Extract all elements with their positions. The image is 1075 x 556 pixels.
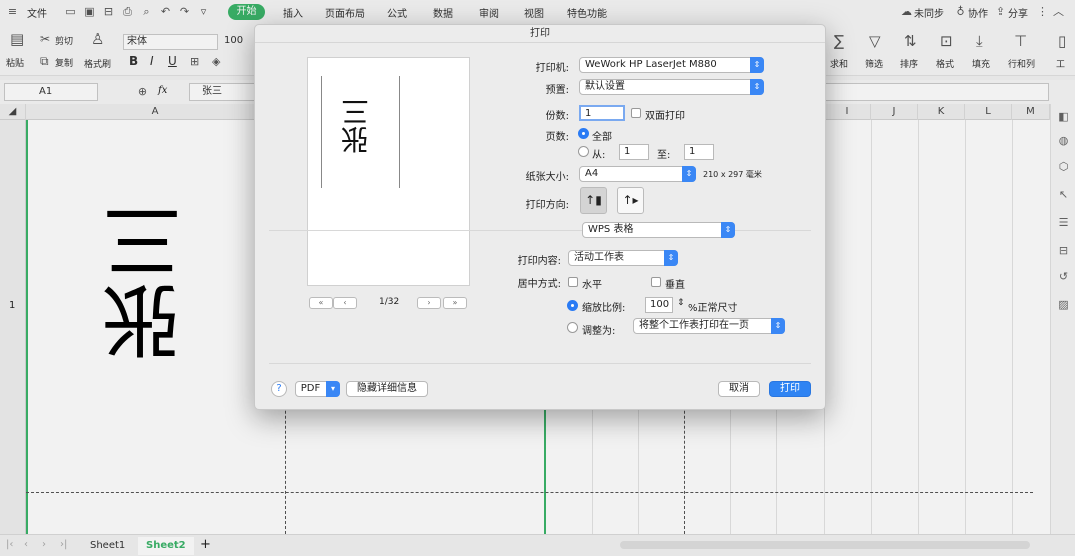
copies-input[interactable]: 1 (579, 105, 625, 121)
scale-input[interactable]: 100 (645, 297, 673, 313)
pages-range-radio[interactable] (578, 146, 589, 157)
select-arrow-icon: ⇕ (750, 79, 764, 95)
select-arrow-icon: ⇕ (721, 222, 735, 238)
scale-stepper[interactable]: ⇕ (677, 298, 685, 308)
center-vertical-checkbox[interactable] (651, 277, 661, 287)
paper-size-label: 纸张大小: (525, 172, 569, 183)
print-dialog: 打印 张三 « ‹ 1/32 › » 打印机: WeWork HP LaserJ… (254, 24, 826, 410)
print-content-select[interactable]: 活动工作表 ⇕ (568, 250, 678, 266)
select-arrow-icon: ⇕ (750, 57, 764, 73)
pages-from-input[interactable]: 1 (619, 144, 649, 160)
preset-select[interactable]: 默认设置 ⇕ (579, 79, 764, 95)
scale-suffix: %正常尺寸 (688, 303, 738, 314)
next-page-button[interactable]: › (417, 297, 441, 309)
help-button[interactable]: ? (271, 381, 287, 397)
pdf-button[interactable]: PDF ▾ (295, 381, 340, 397)
centering-label: 居中方式: (517, 279, 561, 290)
page-indicator: 1/32 (379, 297, 400, 307)
printer-select-value: WeWork HP LaserJet M880 (585, 59, 717, 70)
print-button[interactable]: 打印 (769, 381, 811, 397)
scale-label: 缩放比例: (582, 303, 626, 314)
scale-radio[interactable] (567, 300, 578, 311)
portrait-orientation-icon[interactable]: ↑▮ (580, 187, 607, 214)
fit-radio[interactable] (567, 322, 578, 333)
preview-page-border (399, 76, 400, 188)
printer-label: 打印机: (535, 63, 569, 74)
fit-select[interactable]: 将整个工作表打印在一页 ⇕ (633, 318, 785, 334)
preview-content: 张三 (340, 98, 373, 154)
duplex-label: 双面打印 (645, 111, 685, 122)
pages-label: 页数: (545, 132, 569, 143)
preset-select-value: 默认设置 (585, 81, 625, 92)
pages-all-radio[interactable] (578, 128, 589, 139)
paper-dimensions: 210 x 297 毫米 (703, 170, 762, 179)
print-preview: 张三 (307, 57, 470, 286)
app-options-select[interactable]: WPS 表格 ⇕ (582, 222, 735, 238)
select-arrow-icon: ⇕ (771, 318, 785, 334)
printer-select[interactable]: WeWork HP LaserJet M880 ⇕ (579, 57, 764, 73)
pages-from-label: 从: (592, 150, 606, 161)
hide-details-button[interactable]: 隐藏详细信息 (346, 381, 428, 397)
app-options-value: WPS 表格 (588, 224, 634, 235)
center-horizontal-label: 水平 (582, 280, 602, 291)
prev-page-button[interactable]: ‹ (333, 297, 357, 309)
landscape-orientation-icon[interactable]: ↑▸ (617, 187, 644, 214)
divider (269, 363, 811, 364)
orientation-label: 打印方向: (525, 200, 569, 211)
select-arrow-icon: ⇕ (664, 250, 678, 266)
preset-label: 预置: (545, 85, 569, 96)
fit-select-value: 将整个工作表打印在一页 (639, 320, 749, 331)
preview-page-border (321, 76, 322, 188)
print-content-label: 打印内容: (517, 256, 561, 267)
dialog-title: 打印 (255, 25, 825, 43)
pages-all-label: 全部 (592, 132, 612, 143)
pdf-button-label: PDF (300, 383, 321, 394)
paper-size-select[interactable]: A4 ⇕ (579, 166, 696, 182)
duplex-checkbox[interactable] (631, 108, 641, 118)
cancel-button[interactable]: 取消 (718, 381, 760, 397)
first-page-button[interactable]: « (309, 297, 333, 309)
pdf-dropdown-icon: ▾ (326, 381, 340, 397)
paper-size-value: A4 (585, 168, 599, 179)
select-arrow-icon: ⇕ (682, 166, 696, 182)
center-horizontal-checkbox[interactable] (568, 277, 578, 287)
fit-label: 调整为: (582, 326, 616, 337)
print-content-value: 活动工作表 (574, 252, 624, 263)
last-page-button[interactable]: » (443, 297, 467, 309)
copies-label: 份数: (545, 111, 569, 122)
pages-to-input[interactable]: 1 (684, 144, 714, 160)
center-vertical-label: 垂直 (665, 280, 685, 291)
pages-to-label: 至: (657, 150, 671, 161)
